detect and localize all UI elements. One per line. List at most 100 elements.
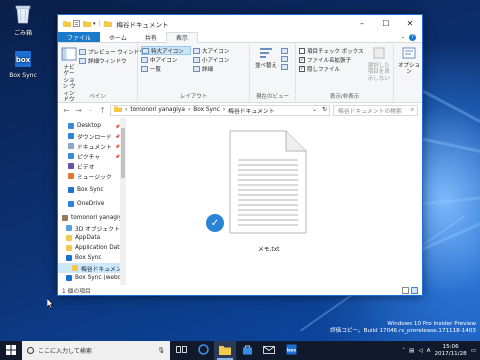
layout-small-icons[interactable]: 小アイコン [193,55,243,64]
nav-item[interactable]: 3D オブジェクト [58,223,126,233]
details-pane-button[interactable]: 詳細ウィンドウ [79,56,145,65]
refresh-icon[interactable]: ↻ [322,107,329,113]
item-checkboxes-toggle[interactable]: 項目チェック ボックス [299,46,364,55]
nav-item-label: ダウンロード [77,134,112,141]
nav-item[interactable]: AppData [58,233,126,243]
breadcrumb-separator[interactable]: › [188,107,190,113]
nav-item[interactable]: Box Sync [58,253,126,263]
nav-item[interactable]: ミュージック [58,171,126,181]
explorer-body: Desktop 📌 ダウンロード 📌 ドキュメント 📌 ピクチャ 📌 ビデオ ミュージック Box … [58,118,422,285]
close-button[interactable]: ✕ [398,15,422,32]
nav-item[interactable]: Box Sync (webd [58,273,126,283]
chevron-down-icon[interactable]: ⌄ [86,107,95,113]
breadcrumb-separator[interactable]: › [223,107,225,113]
tab-home[interactable]: ホーム [100,32,136,42]
folder-icon [66,235,72,241]
nav-item[interactable]: 梅谷ドキュメント [58,263,126,273]
large-icons-view-button[interactable] [411,286,418,294]
tab-file[interactable]: ファイル [58,32,101,42]
item-check-icon[interactable]: ✓ [206,214,224,232]
taskbar: ここに入力して検索 🎙 box ˄ ▤ ◁ A 15:06 2017/11/28… [0,341,480,360]
task-view-button[interactable] [170,341,192,360]
nav-item[interactable]: tomonori yanagiy [58,213,126,223]
nav-item[interactable]: Desktop 📌 [58,121,126,131]
taskbar-app-store[interactable] [236,341,258,360]
nav-item-label: ビデオ [77,164,95,171]
chevron-up-icon[interactable]: ˄ [402,348,405,354]
maximize-button[interactable]: ☐ [374,15,398,32]
properties-icon[interactable] [73,20,80,27]
file-item[interactable]: メモ.txt [218,130,318,253]
layout-extra-large-icons[interactable]: 特大アイコン [141,46,191,55]
nav-item[interactable]: Application Data [58,243,126,253]
address-bar[interactable]: › tomonori yanagiya › Box Sync › 梅谷ドキュメン… [110,104,330,116]
volume-icon[interactable]: ◁ [418,348,422,354]
preview-pane-button[interactable]: プレビュー ウィンドウ [79,47,145,56]
checkbox-checked[interactable]: ✓ [299,56,305,63]
svg-text:box: box [286,348,295,354]
nav-item[interactable]: OneDrive [58,199,126,209]
tab-share[interactable]: 共有 [136,32,166,42]
download-icon [68,133,74,139]
taskbar-app-mail[interactable] [258,341,280,360]
notifications-icon[interactable]: ▭ [471,348,476,354]
search-icon[interactable]: ⌕ [411,107,417,114]
sort-icon [259,46,273,63]
title-bar[interactable]: ▾ | 梅谷ドキュメント – ☐ ✕ [58,15,422,32]
chevron-down-icon[interactable]: ▾ [93,21,96,27]
back-arrow-icon[interactable]: ← [62,106,71,115]
box-sync-icon [66,275,72,281]
file-list-area[interactable]: メモ.txt ✓ [126,118,422,285]
microphone-icon[interactable]: 🎙 [157,347,165,354]
details-view-button[interactable] [402,286,409,294]
nav-item[interactable]: Box Sync [58,185,126,195]
layout-details[interactable]: 詳細 [193,64,243,73]
hide-selected-icon [372,46,386,63]
chevron-down-icon[interactable]: ⌄ [401,34,405,40]
taskbar-search-box[interactable]: ここに入力して検索 🎙 [22,341,170,360]
up-arrow-icon[interactable]: ↑ [98,106,107,115]
forward-arrow-icon[interactable]: → [74,106,83,115]
ime-indicator-icon[interactable]: A [427,348,431,354]
nav-item[interactable]: ピクチャ 📌 [58,151,126,161]
new-folder-icon[interactable] [83,20,91,27]
hidden-items-toggle[interactable]: ✓ 隠しファイル [299,64,364,73]
taskbar-clock[interactable]: 15:06 2017/11/28 [434,344,466,358]
options-button[interactable]: オプション [397,46,421,76]
help-icon[interactable]: ? [409,33,416,41]
chevron-down-icon[interactable]: ⌄ [312,107,319,113]
group-by-icon[interactable] [281,48,288,54]
network-icon[interactable]: ▤ [409,348,414,354]
tab-view[interactable]: 表示 [165,32,198,43]
desktop-icon-recycle-bin[interactable]: ごみ箱 [5,4,41,37]
desktop-icon [68,123,74,129]
group-label-show-hide: 表示/非表示 [329,94,360,100]
breadcrumb-item[interactable]: Box Sync [193,107,220,113]
layout-medium-icons[interactable]: 中アイコン [141,55,191,64]
nav-item[interactable]: ダウンロード 📌 [58,131,126,141]
taskbar-app-file-explorer[interactable] [214,341,236,360]
breadcrumb-item[interactable]: tomonori yanagiya [130,107,185,113]
file-name: メモ.txt [258,247,280,253]
taskbar-app-box[interactable]: box [280,341,302,360]
minimize-button[interactable]: – [350,15,374,32]
sort-label: 並べ替え [254,62,277,69]
folder-icon [114,106,122,114]
nav-scrollbar-thumb[interactable] [121,128,125,178]
breadcrumb-item[interactable]: 梅谷ドキュメント [228,106,274,115]
desktop-icon-box-sync[interactable]: box Box Sync [5,50,41,79]
nav-item-label: ドキュメント [77,144,112,151]
nav-item[interactable]: ドキュメント 📌 [58,141,126,151]
checkbox-unchecked[interactable] [299,47,305,54]
search-input[interactable]: 梅谷ドキュメントの検索 ⌕ [333,104,418,116]
layout-list[interactable]: 一覧 [141,64,191,73]
file-extensions-toggle[interactable]: ✓ ファイル名拡張子 [299,55,364,64]
nav-item[interactable]: ビデオ [58,161,126,171]
add-columns-icon[interactable] [281,56,288,62]
layout-large-icons[interactable]: 大アイコン [193,46,243,55]
checkbox-checked[interactable]: ✓ [299,65,305,72]
start-button[interactable] [0,341,22,360]
size-columns-icon[interactable] [281,64,288,70]
ribbon-tabs: ファイル ホーム 共有 表示 ⌄ ? [58,32,422,43]
taskbar-app-edge[interactable] [192,341,214,360]
